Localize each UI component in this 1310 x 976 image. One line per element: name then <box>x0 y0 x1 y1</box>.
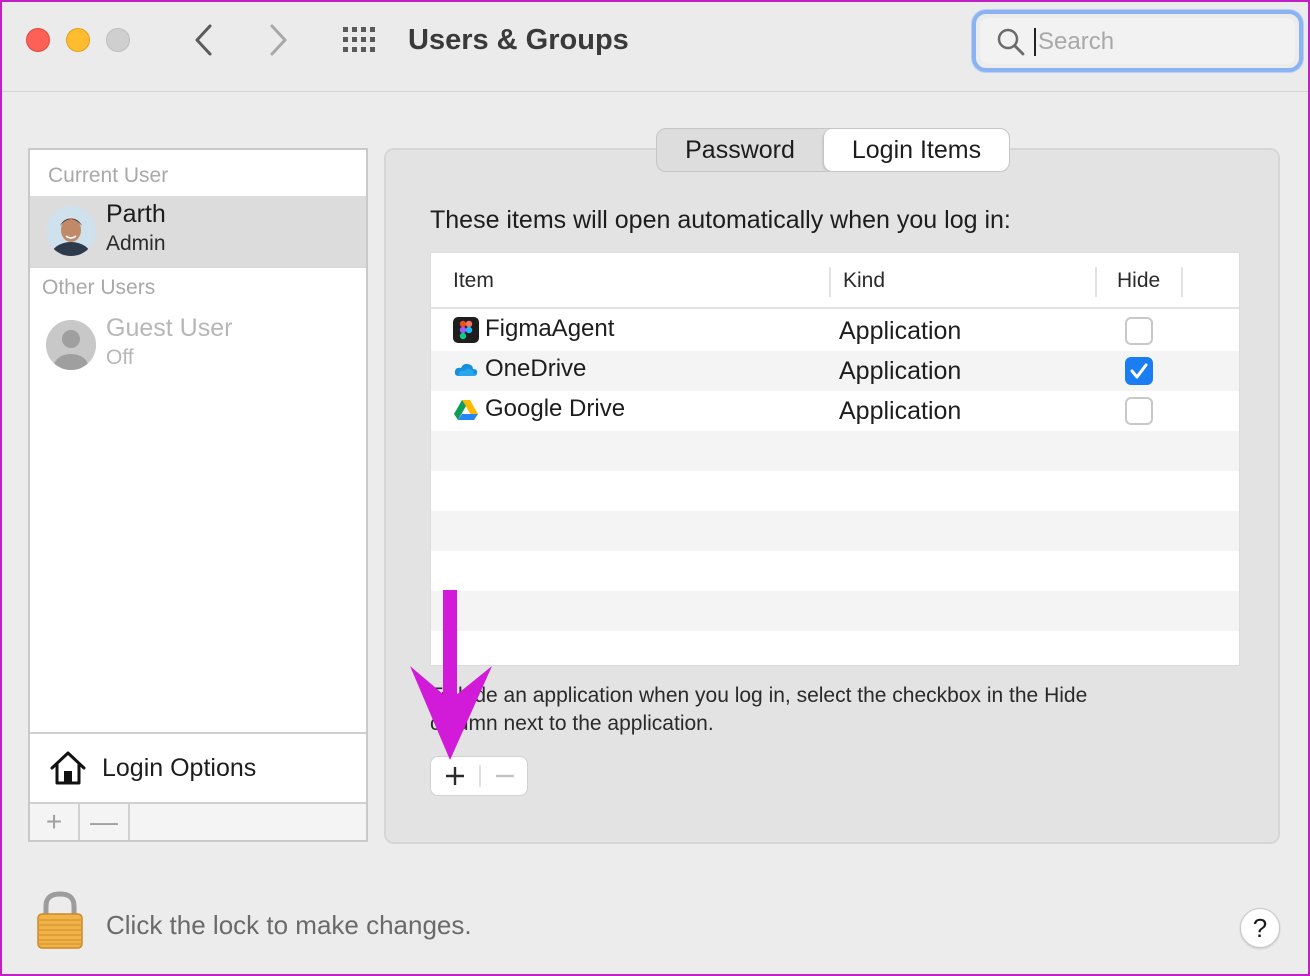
minus-icon <box>496 774 514 778</box>
column-separator[interactable] <box>1095 267 1097 297</box>
hide-checkbox[interactable] <box>1125 357 1153 385</box>
minimize-window-button[interactable] <box>66 28 90 52</box>
remove-user-button[interactable]: — <box>80 804 130 840</box>
column-header-hide[interactable]: Hide <box>1117 269 1160 293</box>
avatar <box>46 206 96 256</box>
forward-button[interactable] <box>258 20 298 60</box>
onedrive-icon <box>454 363 478 376</box>
chevron-left-icon <box>195 24 212 56</box>
search-input[interactable] <box>1038 26 1278 58</box>
user-name: Guest User <box>106 314 233 342</box>
hide-checkbox[interactable] <box>1125 317 1153 345</box>
login-options-item[interactable]: Login Options <box>30 732 366 802</box>
item-kind: Application <box>839 317 962 345</box>
table-row[interactable]: OneDrive Application <box>431 351 1239 391</box>
search-icon <box>997 28 1025 56</box>
login-options-label: Login Options <box>102 754 257 782</box>
hide-hint: To hide an application when you log in, … <box>430 682 1220 738</box>
lock-message: Click the lock to make changes. <box>106 910 472 940</box>
table-row[interactable]: Google Drive Application <box>431 391 1239 431</box>
empty-row <box>431 551 1239 591</box>
login-items-intro: These items will open automatically when… <box>430 206 1011 234</box>
house-icon <box>50 751 86 785</box>
tab-login-items[interactable]: Login Items <box>823 129 1009 171</box>
table-header: Item Kind Hide <box>431 253 1239 309</box>
back-button[interactable] <box>184 20 224 60</box>
plus-icon <box>446 767 464 785</box>
close-window-button[interactable] <box>26 28 50 52</box>
item-name: Google Drive <box>485 395 626 422</box>
guest-avatar-icon <box>46 320 96 370</box>
empty-row <box>431 591 1239 631</box>
hide-checkbox[interactable] <box>1125 397 1153 425</box>
login-items-table: Item Kind Hide FigmaAgent Application On… <box>430 252 1240 666</box>
lock-icon[interactable] <box>34 890 86 950</box>
other-users-header: Other Users <box>42 276 156 299</box>
column-header-item[interactable]: Item <box>453 269 494 293</box>
checkmark-icon <box>1130 363 1148 379</box>
search-field[interactable] <box>972 10 1303 72</box>
user-role: Off <box>106 346 134 369</box>
item-name: OneDrive <box>485 355 587 382</box>
chevron-right-icon <box>270 24 287 56</box>
user-role: Admin <box>106 232 166 255</box>
column-separator[interactable] <box>1181 267 1183 297</box>
current-user-header: Current User <box>48 164 169 187</box>
annotation-arrow-icon <box>410 590 492 760</box>
column-header-kind[interactable]: Kind <box>843 269 885 293</box>
user-item-parth[interactable]: Parth Admin <box>30 196 366 266</box>
empty-row <box>431 631 1239 665</box>
google-drive-icon <box>454 400 478 420</box>
empty-row <box>431 431 1239 471</box>
user-item-guest[interactable]: Guest User Off <box>30 310 366 380</box>
column-separator[interactable] <box>829 267 831 297</box>
hint-line: To hide an application when you log in, … <box>430 684 1088 707</box>
item-kind: Application <box>839 397 962 425</box>
add-user-button[interactable]: + <box>30 804 80 840</box>
text-caret <box>1034 28 1036 56</box>
empty-row <box>431 511 1239 551</box>
figma-icon <box>453 317 479 343</box>
avatar <box>46 320 96 370</box>
users-sidebar: Current User Parth Admin Other Users Gue… <box>28 148 368 842</box>
hint-line: column next to the application. <box>430 712 714 735</box>
user-name: Parth <box>106 200 166 228</box>
grid-icon <box>343 27 375 52</box>
toolbar: Users & Groups <box>2 2 1308 92</box>
tab-password[interactable]: Password <box>657 129 823 171</box>
tab-bar: Password Login Items <box>656 128 1010 172</box>
divider <box>30 266 366 268</box>
item-kind: Application <box>839 357 962 385</box>
sidebar-footer: + — <box>30 802 366 840</box>
help-button[interactable]: ? <box>1240 908 1280 948</box>
empty-row <box>431 471 1239 511</box>
zoom-window-button[interactable] <box>106 28 130 52</box>
table-row[interactable]: FigmaAgent Application <box>431 311 1239 351</box>
item-name: FigmaAgent <box>485 315 615 342</box>
user-photo-icon <box>46 206 96 256</box>
window-title: Users & Groups <box>408 24 629 56</box>
preferences-window: Users & Groups Current User <box>0 0 1310 976</box>
show-all-button[interactable] <box>338 22 382 58</box>
